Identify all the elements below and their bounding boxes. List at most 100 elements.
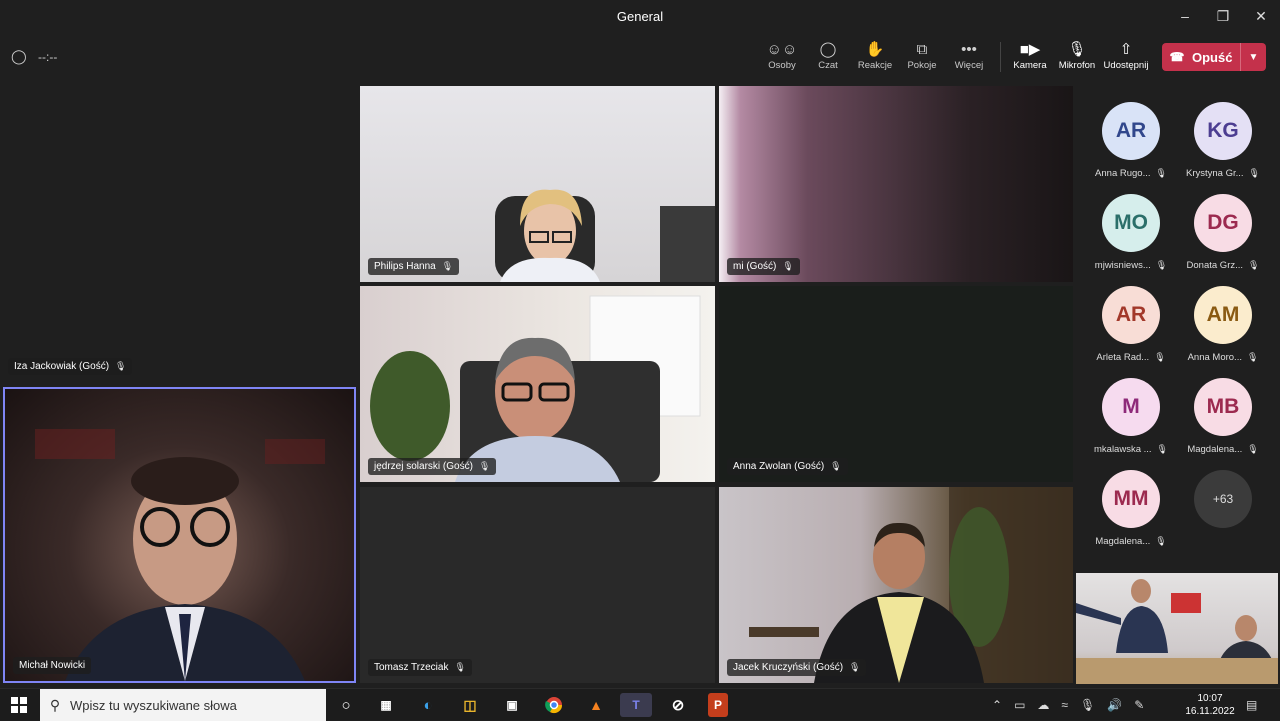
self-view-video[interactable]: [1076, 573, 1278, 684]
mic-off-icon: 🎙: [454, 662, 466, 672]
mic-off-icon: 🎙: [1155, 536, 1167, 546]
leave-button[interactable]: ☎ Opuść ▼: [1162, 43, 1266, 71]
avatar: M: [1102, 378, 1160, 436]
more-button[interactable]: ••• Więcej: [944, 38, 994, 80]
mic-off-icon: 🎙: [849, 662, 861, 672]
avatar: MB: [1194, 378, 1252, 436]
minimize-icon[interactable]: –: [1166, 0, 1204, 32]
share-icon: ⇧: [1119, 41, 1133, 58]
rail-participant[interactable]: MB Magdalena... 🎙: [1177, 378, 1269, 455]
participant-nametag: Anna Zwolan (Gość) 🎙: [727, 458, 848, 475]
rail-participant[interactable]: AR Arleta Rad... 🎙: [1085, 286, 1177, 363]
device-icon[interactable]: ▭: [1014, 698, 1025, 712]
mic-off-icon: 🎙: [478, 461, 491, 471]
notification-icon[interactable]: ▤: [1246, 689, 1257, 721]
chevron-down-icon[interactable]: ▼: [1240, 43, 1266, 71]
video-tile-jedrzej[interactable]: jędrzej solarski (Gość) 🎙: [360, 286, 715, 482]
rooms-button[interactable]: ⧉ Pokoje: [897, 38, 947, 80]
rail-participant[interactable]: M mkalawska ... 🎙: [1085, 378, 1177, 455]
avatar: AR: [1102, 286, 1160, 344]
avatar: MO: [1102, 194, 1160, 252]
rail-participant[interactable]: DG Donata Grz... 🎙: [1177, 194, 1269, 271]
rail-participant[interactable]: AR Anna Rugo... 🎙: [1085, 102, 1177, 179]
rooms-icon: ⧉: [916, 40, 928, 58]
hand-icon: ✋: [865, 41, 885, 58]
title-bar: General – ❐ ✕: [0, 0, 1280, 32]
camera-icon: ■▶: [1019, 41, 1041, 58]
meeting-toolbar: ◯ --:-- ☺☺ Osoby ◯ Czat ✋ Reakcje ⧉ Poko…: [0, 32, 1280, 84]
people-icon: ☺☺: [766, 40, 798, 58]
meeting-timer: --:--: [38, 50, 58, 64]
task-view-icon[interactable]: ▦: [370, 693, 402, 717]
taskbar-search-box[interactable]: ⚲ Wpisz tu wyszukiwane słowa: [40, 689, 326, 721]
mic-button[interactable]: 🎙 Mikrofon: [1052, 38, 1102, 80]
participant-video: [749, 487, 1073, 683]
cortana-icon[interactable]: ○: [330, 693, 362, 717]
mic-off-icon: 🎙: [1156, 444, 1168, 454]
windows-taskbar: ⚲ Wpisz tu wyszukiwane słowa ○ ▦ ◐ ◫ ▣ ▲…: [0, 688, 1280, 721]
mic-off-icon: 🎙: [1155, 168, 1167, 178]
mic-off-icon: 🎙: [830, 461, 842, 471]
participant-video: [495, 189, 715, 282]
video-tile-anna-zwolan[interactable]: Anna Zwolan (Gość) 🎙: [719, 286, 1073, 482]
participant-nametag: jędrzej solarski (Gość) 🎙: [368, 458, 497, 475]
video-tile-iza[interactable]: Iza Jackowiak (Gość) 🎙: [0, 86, 357, 382]
taskbar-clock[interactable]: 10:07 16.11.2022: [1184, 692, 1236, 718]
participant-nametag: Philips Hanna 🎙: [368, 258, 460, 275]
camera-button[interactable]: ■▶ Kamera: [1005, 38, 1055, 80]
teams-icon[interactable]: T: [620, 693, 652, 717]
mic-off-icon: 🎙: [1154, 352, 1166, 362]
video-tile-jacek[interactable]: Jacek Kruczyński (Gość) 🎙: [719, 487, 1073, 683]
microphone-icon: 🎙: [1067, 41, 1087, 58]
phone-hangup-icon: ☎: [1169, 50, 1185, 64]
avatar: AM: [1194, 286, 1252, 344]
chrome-icon[interactable]: [538, 693, 570, 717]
avatar: MM: [1102, 470, 1160, 528]
chat-icon: ◯: [819, 41, 837, 58]
powerpoint-icon[interactable]: P: [708, 693, 728, 717]
toolbar-divider: [1000, 42, 1001, 72]
mic-off-icon: 🎙: [115, 361, 127, 371]
reactions-button[interactable]: ✋ Reakcje: [850, 38, 900, 80]
search-icon: ⚲: [49, 696, 61, 713]
window-controls: – ❐ ✕: [1166, 0, 1280, 32]
store-icon[interactable]: ▣: [496, 693, 528, 717]
vlc-icon[interactable]: ▲: [580, 693, 612, 717]
rail-participant[interactable]: MO mjwisniews... 🎙: [1085, 194, 1177, 271]
onedrive-icon[interactable]: ☁: [1037, 698, 1049, 712]
ellipsis-icon: •••: [961, 40, 977, 58]
avatar: KG: [1194, 102, 1252, 160]
pen-icon[interactable]: ✎: [1134, 698, 1144, 712]
video-tile-michal[interactable]: Michał Nowicki: [3, 387, 356, 683]
close-icon[interactable]: ✕: [1242, 0, 1280, 32]
maximize-icon[interactable]: ❐: [1204, 0, 1242, 32]
shield-icon[interactable]: ◯: [11, 48, 27, 65]
mic-off-icon: 🎙: [441, 261, 454, 271]
mic-off-icon: 🎙: [1246, 352, 1259, 362]
volume-icon[interactable]: 🔊: [1107, 698, 1122, 712]
mic-off-icon: 🎙: [1247, 444, 1259, 454]
chevron-up-icon[interactable]: ⌃: [992, 698, 1002, 712]
share-button[interactable]: ⇧ Udostępnij: [1101, 38, 1151, 80]
avatar: DG: [1194, 194, 1252, 252]
more-participants-button[interactable]: +63: [1177, 470, 1269, 528]
participant-nametag: Michał Nowicki: [13, 657, 92, 674]
participant-video: [370, 295, 701, 482]
participant-nametag: Tomasz Trzeciak 🎙: [368, 659, 472, 676]
chat-button[interactable]: ◯ Czat: [803, 38, 853, 80]
media-player-icon[interactable]: ⊘: [662, 693, 694, 717]
rail-participant[interactable]: KG Krystyna Gr... 🎙: [1177, 102, 1269, 179]
microphone-tray-icon[interactable]: 🎙: [1080, 698, 1095, 712]
participant-nametag: Jacek Kruczyński (Gość) 🎙: [727, 659, 867, 676]
rail-participant[interactable]: AM Anna Moro... 🎙: [1177, 286, 1269, 363]
video-tile-tomasz[interactable]: Tomasz Trzeciak 🎙: [360, 487, 715, 683]
windows-start-button[interactable]: [0, 689, 38, 721]
rail-participant[interactable]: MM Magdalena... 🎙: [1085, 470, 1177, 547]
video-tile-philips[interactable]: Philips Hanna 🎙: [360, 86, 715, 282]
people-button[interactable]: ☺☺ Osoby: [757, 38, 807, 80]
file-explorer-icon[interactable]: ◫: [454, 693, 486, 717]
wifi-icon[interactable]: ≈: [1061, 698, 1068, 712]
edge-icon[interactable]: ◐: [412, 693, 444, 717]
window-title: General: [616, 8, 664, 24]
video-tile-mi[interactable]: mi (Gość) 🎙: [719, 86, 1073, 282]
